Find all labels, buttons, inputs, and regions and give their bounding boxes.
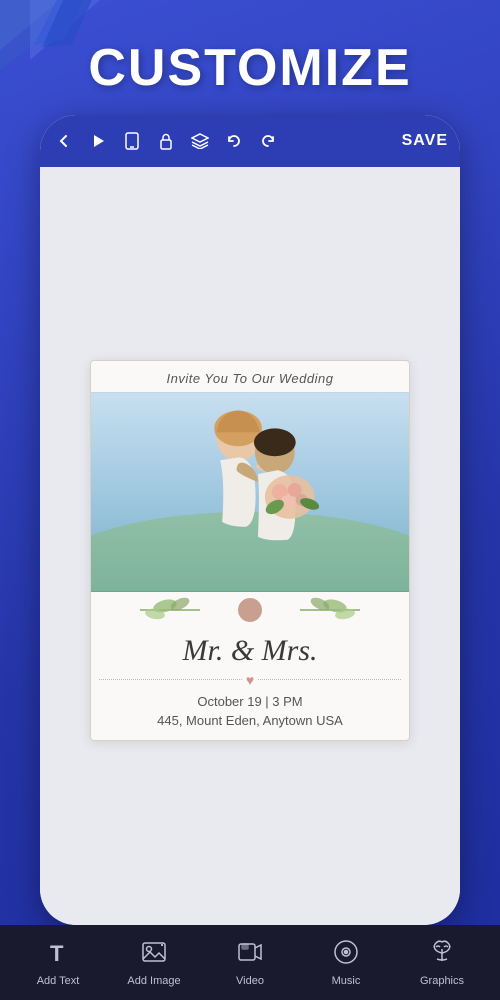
card-divider: ♥ xyxy=(91,670,409,690)
bottom-add-image[interactable]: Add Image xyxy=(106,939,202,987)
device-button[interactable] xyxy=(120,132,144,150)
card-photo xyxy=(91,392,409,592)
phone-content: Invite You To Our Wedding xyxy=(40,167,460,925)
add-text-icon: T xyxy=(45,939,71,971)
card-area: Invite You To Our Wedding xyxy=(40,167,460,925)
page-title: CUSTOMIZE xyxy=(0,38,500,98)
wedding-card: Invite You To Our Wedding xyxy=(90,360,410,741)
video-icon xyxy=(237,939,263,971)
graphics-label: Graphics xyxy=(420,975,464,987)
toolbar: SAVE xyxy=(40,115,460,167)
undo-button[interactable] xyxy=(222,133,246,149)
phone-frame: SAVE Invite You To Our Wedding xyxy=(40,115,460,925)
music-label: Music xyxy=(332,975,361,987)
layers-button[interactable] xyxy=(188,133,212,149)
bottom-video[interactable]: Video xyxy=(202,939,298,987)
video-label: Video xyxy=(236,975,264,987)
back-button[interactable] xyxy=(52,133,76,149)
add-text-label: Add Text xyxy=(37,975,80,987)
heart-icon: ♥ xyxy=(246,672,254,688)
svg-text:T: T xyxy=(50,941,64,965)
redo-button[interactable] xyxy=(256,133,280,149)
add-image-label: Add Image xyxy=(127,975,180,987)
card-floral xyxy=(91,592,409,628)
music-icon xyxy=(333,939,359,971)
card-title: Mr. & Mrs. xyxy=(91,628,409,670)
card-address: 445, Mount Eden, Anytown USA xyxy=(91,711,409,740)
bottom-add-text[interactable]: T Add Text xyxy=(10,939,106,987)
play-button[interactable] xyxy=(86,133,110,149)
card-date: October 19 | 3 PM xyxy=(91,690,409,711)
bottom-music[interactable]: Music xyxy=(298,939,394,987)
lock-button[interactable] xyxy=(154,132,178,150)
card-header: Invite You To Our Wedding xyxy=(91,361,409,392)
bottom-graphics[interactable]: Graphics xyxy=(394,939,490,987)
save-button[interactable]: SAVE xyxy=(402,132,448,150)
bottom-toolbar: T Add Text Add Image Video xyxy=(0,925,500,1000)
add-image-icon xyxy=(141,939,167,971)
graphics-icon xyxy=(429,939,455,971)
